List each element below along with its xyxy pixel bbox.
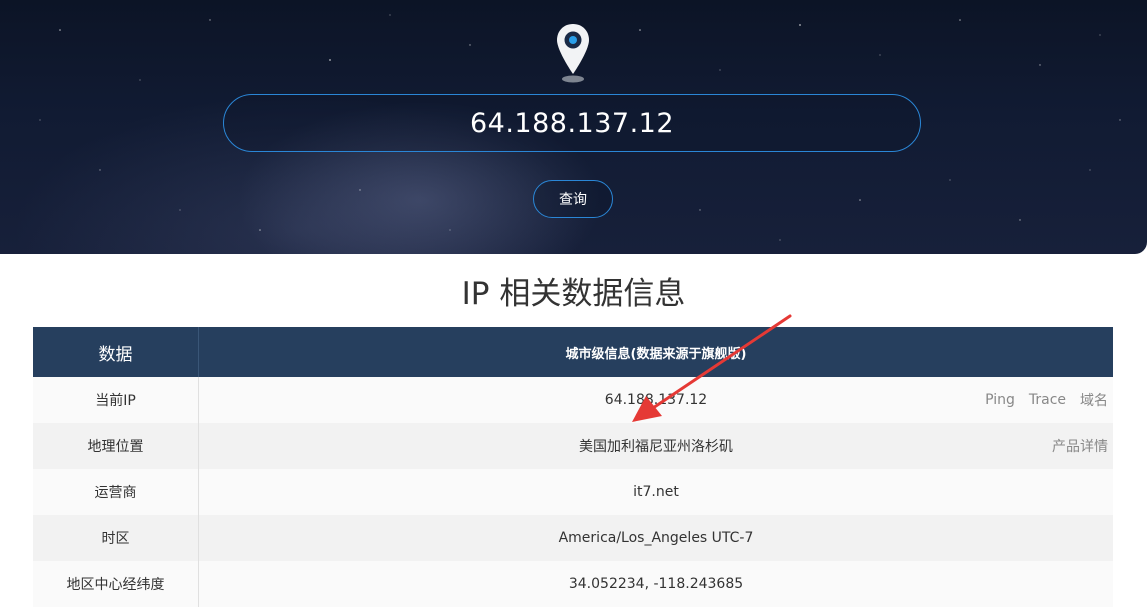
table-row-current-ip: 当前IP 64.188.137.12 Ping Trace 域名	[33, 377, 1113, 423]
location-value: 美国加利福尼亚州洛杉矶	[579, 439, 733, 455]
timezone-value: America/Los_Angeles UTC-7	[558, 530, 754, 546]
ping-link[interactable]: Ping	[985, 392, 1015, 408]
query-button-label: 查询	[559, 192, 587, 208]
header-value-cell: 城市级信息(数据来源于旗舰版)	[565, 346, 747, 362]
ip-search-input[interactable]	[224, 106, 920, 140]
table-row-timezone: 时区 America/Los_Angeles UTC-7	[33, 515, 1113, 561]
row-key: 运营商	[33, 469, 199, 515]
ip-info-table: 数据 城市级信息(数据来源于旗舰版) 当前IP 64.188.137.12 Pi…	[33, 327, 1113, 607]
table-row-isp: 运营商 it7.net	[33, 469, 1113, 515]
coordinates-value: 34.052234, -118.243685	[568, 576, 744, 592]
current-ip-value: 64.188.137.12	[604, 392, 708, 408]
row-key: 当前IP	[33, 377, 199, 423]
isp-value: it7.net	[633, 484, 679, 500]
hero-banner: 查询	[0, 0, 1147, 254]
row-actions: Ping Trace 域名	[985, 377, 1108, 423]
table-row-location: 地理位置 美国加利福尼亚州洛杉矶 产品详情	[33, 423, 1113, 469]
ip-search-box[interactable]	[223, 94, 921, 152]
row-key: 地理位置	[33, 423, 199, 469]
row-actions: 产品详情	[1052, 423, 1108, 469]
row-key: 地区中心经纬度	[33, 561, 199, 607]
query-button[interactable]: 查询	[533, 180, 613, 218]
location-pin-icon	[557, 24, 589, 83]
table-row-coordinates: 地区中心经纬度 34.052234, -118.243685	[33, 561, 1113, 607]
product-details-link[interactable]: 产品详情	[1052, 436, 1108, 456]
row-key: 时区	[33, 515, 199, 561]
row-value: 64.188.137.12	[199, 377, 1113, 423]
trace-link[interactable]: Trace	[1029, 392, 1066, 408]
table-header: 数据 城市级信息(数据来源于旗舰版)	[33, 327, 1113, 377]
section-title: IP 相关数据信息	[461, 276, 686, 312]
domain-link[interactable]: 域名	[1080, 390, 1108, 410]
header-key-cell: 数据	[33, 327, 199, 377]
